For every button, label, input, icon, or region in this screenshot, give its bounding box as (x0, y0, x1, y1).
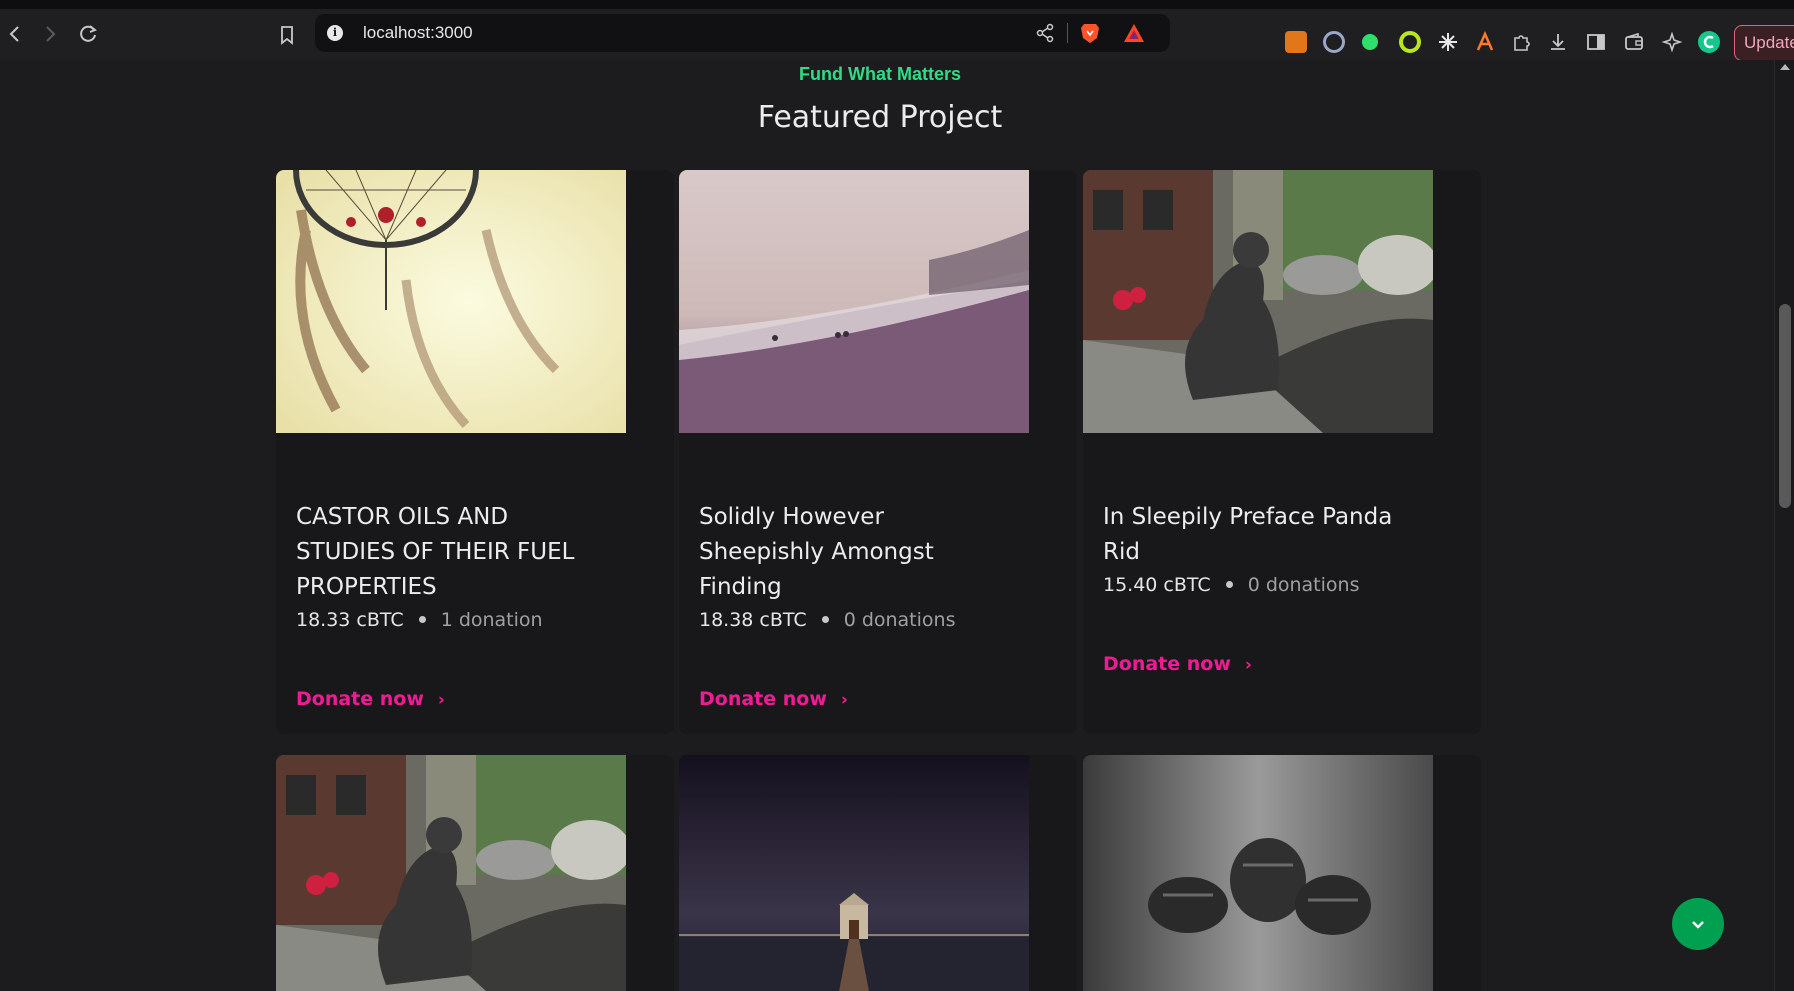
page-title: Featured Project (757, 100, 1003, 135)
project-amount: 18.33 cBTC (296, 609, 404, 631)
brave-shields-icon[interactable] (1080, 22, 1100, 44)
extensions-puzzle-icon[interactable] (1511, 31, 1533, 53)
project-image[interactable] (679, 755, 1029, 991)
project-image[interactable] (1083, 755, 1433, 991)
project-card[interactable] (276, 755, 674, 991)
sidebar-icon[interactable] (1585, 31, 1607, 53)
forward-icon[interactable] (37, 21, 63, 47)
extension-icon[interactable] (1323, 31, 1345, 53)
url-text[interactable]: localhost:3000 (363, 23, 473, 43)
downloads-icon[interactable] (1547, 31, 1569, 53)
project-card[interactable]: CASTOR OILS AND STUDIES OF THEIR FUEL PR… (276, 170, 674, 734)
profile-icon[interactable] (1698, 31, 1720, 53)
donation-count: 1 donation (440, 609, 543, 631)
project-card-body: Solidly However Sheepishly Amongst Findi… (699, 500, 999, 631)
donation-count: 0 donations (1247, 574, 1360, 596)
share-icon[interactable] (1035, 23, 1055, 43)
site-info-icon[interactable]: i (327, 25, 343, 41)
separator-dot (1225, 581, 1233, 588)
extension-icon[interactable] (1362, 34, 1378, 50)
project-title[interactable]: In Sleepily Preface Panda Rid (1103, 500, 1403, 570)
browser-toolbar: i localhost:3000 Update (0, 0, 1794, 61)
extension-icon[interactable] (1399, 31, 1421, 53)
back-icon[interactable] (2, 21, 28, 47)
donate-now-label: Donate now (699, 688, 827, 710)
chevron-right-icon: › (1244, 655, 1252, 675)
address-bar[interactable]: i localhost:3000 (315, 14, 1170, 52)
project-meta: 18.38 cBTC 0 donations (699, 609, 999, 631)
scrollbar-thumb[interactable] (1779, 304, 1791, 508)
project-meta: 15.40 cBTC 0 donations (1103, 574, 1403, 596)
project-amount: 18.38 cBTC (699, 609, 807, 631)
reload-icon[interactable] (75, 21, 101, 47)
project-card[interactable]: Solidly However Sheepishly Amongst Findi… (679, 170, 1077, 734)
bookmark-icon[interactable] (274, 22, 300, 48)
project-image[interactable] (276, 755, 626, 991)
donation-count: 0 donations (843, 609, 956, 631)
page-content: Fund What Matters Featured Project CASTO… (0, 60, 1774, 991)
update-button[interactable]: Update (1734, 25, 1794, 61)
page-scrollbar[interactable] (1774, 60, 1794, 991)
donate-now-link[interactable]: Donate now › (296, 688, 445, 710)
donate-now-link[interactable]: Donate now › (699, 688, 848, 710)
brave-rewards-icon[interactable] (1123, 23, 1145, 43)
project-card-body: In Sleepily Preface Panda Rid 15.40 cBTC… (1103, 500, 1403, 596)
project-title[interactable]: Solidly However Sheepishly Amongst Findi… (699, 500, 999, 605)
donate-now-label: Donate now (296, 688, 424, 710)
leo-ai-icon[interactable] (1661, 31, 1683, 53)
project-image[interactable] (276, 170, 626, 433)
section-eyebrow: Fund What Matters (799, 64, 961, 84)
project-card-body: CASTOR OILS AND STUDIES OF THEIR FUEL PR… (296, 500, 596, 631)
wallet-icon[interactable] (1623, 31, 1645, 53)
donate-now-link[interactable]: Donate now › (1103, 653, 1252, 675)
separator-dot (821, 616, 829, 623)
chevron-down-icon (1692, 921, 1704, 929)
project-image[interactable] (1083, 170, 1433, 433)
metamask-icon[interactable] (1285, 31, 1307, 53)
scroll-down-button[interactable] (1672, 898, 1724, 950)
project-card[interactable] (1083, 755, 1481, 991)
chevron-right-icon: › (437, 690, 445, 710)
project-image[interactable] (679, 170, 1029, 433)
extension-icon[interactable] (1474, 30, 1496, 53)
extension-icon[interactable] (1437, 31, 1459, 53)
separator-dot (418, 616, 426, 623)
chevron-right-icon: › (840, 690, 848, 710)
project-amount: 15.40 cBTC (1103, 574, 1211, 596)
donate-now-label: Donate now (1103, 653, 1231, 675)
project-meta: 18.33 cBTC 1 donation (296, 609, 596, 631)
project-card[interactable] (679, 755, 1077, 991)
address-bar-divider (1067, 23, 1068, 43)
scroll-up-arrow-icon[interactable] (1780, 64, 1790, 70)
project-title[interactable]: CASTOR OILS AND STUDIES OF THEIR FUEL PR… (296, 500, 596, 605)
project-card[interactable]: In Sleepily Preface Panda Rid 15.40 cBTC… (1083, 170, 1481, 734)
